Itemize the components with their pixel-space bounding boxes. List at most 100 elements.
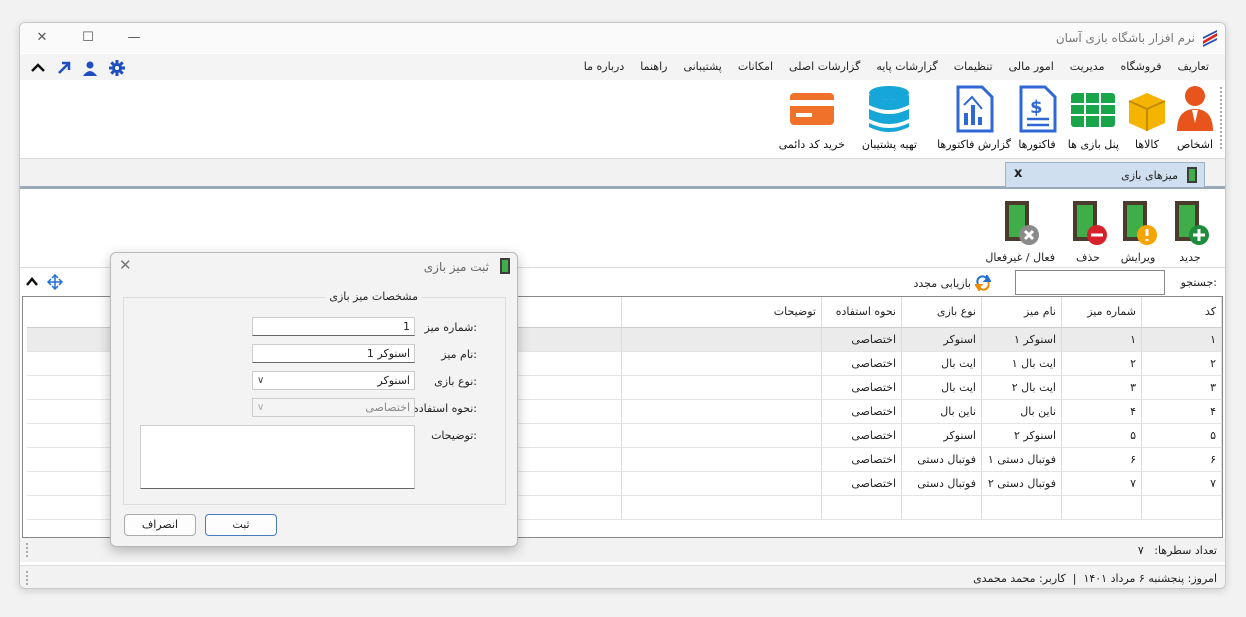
move-arrows-icon[interactable] [47, 274, 63, 290]
menu-quick-icons [30, 59, 126, 77]
toggle-active-button[interactable]: فعال / غیرفعال [985, 199, 1055, 264]
table-cell [621, 351, 822, 376]
table-cell [1061, 495, 1142, 520]
table-cell [981, 495, 1062, 520]
ribbon-persons-button[interactable]: اشخاص [1173, 83, 1217, 151]
status-text: امروز: پنجشنبه ۶ مرداد ۱۴۰۱ | کاربر: محم… [973, 572, 1217, 585]
menu-item-features[interactable]: امکانات [730, 60, 781, 73]
table-cell: ۲ [1141, 351, 1222, 376]
table-cell: ۳ [1141, 375, 1222, 400]
col-header-usage[interactable]: نحوه استفاده [821, 297, 902, 328]
minimize-button[interactable]: — [124, 29, 144, 47]
delete-button[interactable]: حذف [1069, 199, 1107, 264]
col-header-game-type[interactable]: نوع بازی [901, 297, 982, 328]
tab-game-tables[interactable]: میزهای بازی x [1005, 162, 1205, 187]
table-no-field[interactable]: 1 [252, 317, 415, 336]
table-cell: اسنوکر ۲ [981, 423, 1062, 448]
ribbon-toolbar: اشخاص کالاها پنل بازی ها $ فاکتورها گزار… [20, 81, 1225, 159]
user-icon[interactable] [82, 60, 98, 76]
person-icon [1177, 86, 1213, 131]
menu-item-definitions[interactable]: تعاریف [1170, 60, 1217, 73]
menu-item-settings[interactable]: تنظیمات [946, 60, 1001, 73]
save-button[interactable]: ثبت [205, 514, 277, 536]
table-cell: ۷ [1141, 471, 1222, 496]
table-cell [901, 495, 982, 520]
menu-bar: تعاریف فروشگاه مدیریت امور مالی تنظیمات … [20, 54, 1225, 80]
col-header-table-no[interactable]: شماره میز [1061, 297, 1142, 328]
cancel-button[interactable]: انصراف [124, 514, 196, 536]
group-title: مشخصات میز بازی [326, 290, 421, 303]
table-cell [621, 423, 822, 448]
menu-item-about[interactable]: درباره ما [576, 60, 632, 73]
table-cell: ۴ [1061, 399, 1142, 424]
ribbon-backup-button[interactable]: تهیه پشتیبان [862, 83, 917, 151]
col-header-code[interactable]: کد [1141, 297, 1222, 328]
table-cell [821, 495, 902, 520]
table-cell: اختصاصی [821, 351, 902, 376]
game-type-label: نوع بازی: [434, 375, 477, 388]
table-cell [621, 399, 822, 424]
table-cell: اسنوکر ۱ [981, 327, 1062, 352]
ribbon-goods-button[interactable]: کالاها [1123, 83, 1171, 151]
refresh-button[interactable]: بازیابی مجدد [913, 275, 991, 291]
table-cell: ایت بال [901, 351, 982, 376]
menu-item-management[interactable]: مدیریت [1062, 60, 1113, 73]
ribbon-game-panel-button[interactable]: پنل بازی ها [1068, 83, 1119, 151]
ribbon-grip[interactable] [1220, 87, 1222, 149]
edit-button[interactable]: ویرایش [1119, 199, 1157, 264]
col-header-description[interactable]: توضیحات [621, 297, 822, 328]
table-cell [621, 447, 822, 472]
table-cell: ۵ [1061, 423, 1142, 448]
table-cell [621, 495, 822, 520]
table-cell [621, 327, 822, 352]
dialog-close-button[interactable]: ✕ [119, 256, 132, 274]
table-cell [1141, 495, 1222, 520]
menu-item-main-reports[interactable]: گزارشات اصلی [781, 60, 868, 73]
table-cell: اختصاصی [821, 399, 902, 424]
arrow-up-right-icon[interactable] [56, 60, 72, 76]
close-window-button[interactable]: ✕ [32, 29, 52, 47]
table-cell: ۵ [1141, 423, 1222, 448]
chevron-down-icon: ∨ [257, 375, 265, 386]
menu-item-base-reports[interactable]: گزارشات پایه [868, 60, 945, 73]
maximize-button[interactable]: ☐ [78, 29, 98, 47]
table-cell: فوتبال دستی [901, 471, 982, 496]
table-cell: ۱ [1061, 327, 1142, 352]
table-cell: ایت بال ۲ [981, 375, 1062, 400]
name-field[interactable]: اسنوکر 1 [252, 344, 415, 363]
ribbon-buy-code-button[interactable]: خرید کد دائمی [779, 83, 845, 151]
tab-close-button[interactable]: x [1014, 166, 1022, 181]
col-header-table-name[interactable]: نام میز [981, 297, 1062, 328]
window-title: نرم افزار باشگاه بازی آسان [1055, 31, 1195, 45]
table-no-label: شماره میز: [424, 321, 478, 334]
main-menu: تعاریف فروشگاه مدیریت امور مالی تنظیمات … [576, 60, 1217, 73]
menu-item-support[interactable]: پشتیبانی [675, 60, 729, 73]
chevron-up-icon[interactable] [25, 275, 39, 289]
grid-table-icon [1071, 93, 1116, 127]
new-button[interactable]: جدید [1171, 199, 1209, 264]
table-cell: ناین بال [981, 399, 1062, 424]
title-bar: ✕ ☐ — نرم افزار باشگاه بازی آسان [20, 23, 1225, 53]
status-grip-2[interactable] [26, 571, 28, 585]
table-cell: اختصاصی [821, 375, 902, 400]
usage-select[interactable]: اختصاصی ∨ [252, 398, 415, 417]
search-input[interactable] [1015, 270, 1165, 295]
report-chart-icon [956, 85, 994, 133]
table-cell: ۴ [1141, 399, 1222, 424]
status-grip[interactable] [26, 543, 28, 557]
table-cell: ۲ [1061, 351, 1142, 376]
ribbon-invoice-report-button[interactable]: گزارش فاکتورها [937, 83, 1011, 151]
table-cell [621, 375, 822, 400]
menu-item-store[interactable]: فروشگاه [1112, 60, 1169, 73]
menu-item-finance[interactable]: امور مالی [1001, 60, 1062, 73]
ribbon-invoices-button[interactable]: $ فاکتورها [1015, 83, 1059, 151]
table-cell: فوتبال دستی [901, 447, 982, 472]
description-label: توضیحات: [431, 429, 477, 442]
menu-item-help[interactable]: راهنما [632, 60, 675, 73]
table-cell: ۶ [1141, 447, 1222, 472]
gear-icon[interactable] [108, 59, 126, 77]
description-field[interactable] [140, 425, 415, 489]
game-type-select[interactable]: اسنوکر ∨ [252, 371, 415, 390]
chevron-up-icon[interactable] [30, 60, 46, 76]
app-logo-icon [1203, 30, 1217, 47]
